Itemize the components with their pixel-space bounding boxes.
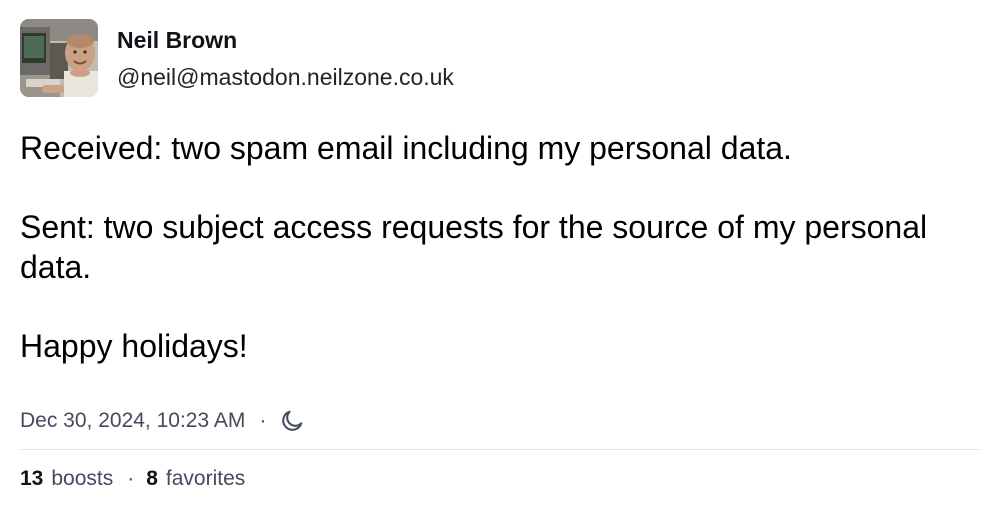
boosts-label: boosts bbox=[51, 467, 114, 490]
boosts-link[interactable]: 13 boosts bbox=[20, 467, 113, 491]
author-handle[interactable]: @neil@mastodon.neilzone.co.uk bbox=[117, 64, 454, 91]
meta-separator: · bbox=[259, 409, 267, 432]
boosts-count: 13 bbox=[20, 467, 44, 490]
post-detail: Neil Brown @neil@mastodon.neilzone.co.uk… bbox=[0, 0, 1000, 518]
avatar[interactable] bbox=[20, 19, 98, 97]
moon-icon bbox=[278, 407, 306, 435]
post-timestamp[interactable]: Dec 30, 2024, 10:23 AM bbox=[20, 409, 245, 433]
post-stats: 13 boosts · 8 favorites bbox=[20, 464, 245, 494]
favorites-count: 8 bbox=[146, 467, 158, 490]
stats-separator: · bbox=[127, 467, 135, 490]
post-meta: Dec 30, 2024, 10:23 AM · bbox=[20, 406, 306, 436]
post-paragraph: Happy holidays! bbox=[20, 328, 248, 364]
divider bbox=[20, 449, 980, 450]
post-content: Received: two spam email including my pe… bbox=[20, 128, 970, 366]
favorites-link[interactable]: 8 favorites bbox=[146, 467, 245, 491]
post-paragraph: Sent: two subject access requests for th… bbox=[20, 209, 928, 285]
author-display-name[interactable]: Neil Brown bbox=[117, 27, 237, 54]
post-paragraph: Received: two spam email including my pe… bbox=[20, 130, 792, 166]
avatar-image bbox=[20, 19, 98, 97]
favorites-label: favorites bbox=[165, 467, 246, 490]
